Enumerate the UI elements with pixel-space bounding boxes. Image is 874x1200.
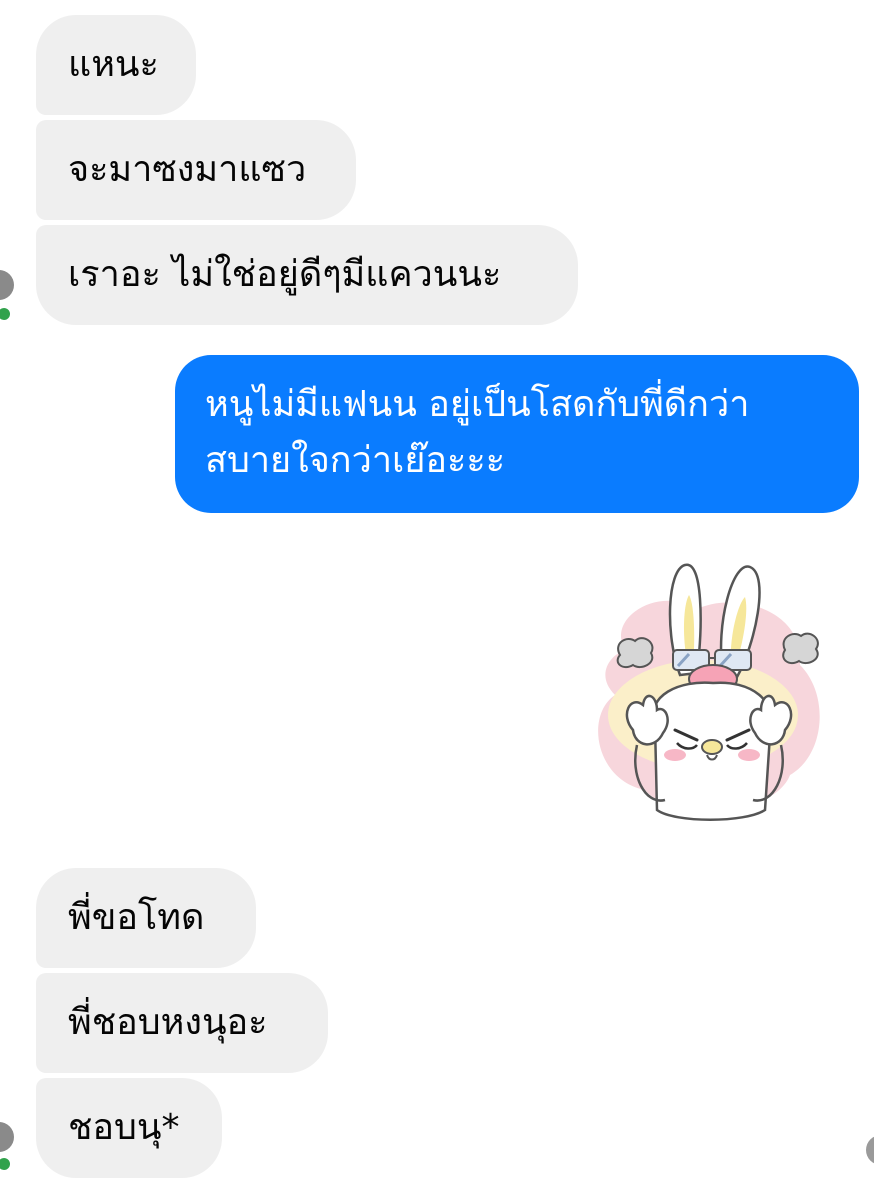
message-text: พี่ขอโทด xyxy=(68,897,205,938)
message-text-line-1: หนูไม่มีแฟนน อยู่เป็นโสดกับพี่ดีกว่า xyxy=(205,384,750,425)
incoming-message-bubble[interactable]: จะมาซงมาแซว xyxy=(36,120,356,220)
message-text: พี่ชอบหงนุอะ xyxy=(68,1002,268,1043)
incoming-message-bubble[interactable]: แหนะ xyxy=(36,15,196,115)
contact-avatar[interactable] xyxy=(0,1122,14,1152)
incoming-message-bubble[interactable]: พี่ขอโทด xyxy=(36,868,256,968)
contact-avatar[interactable] xyxy=(0,270,14,300)
outgoing-message-bubble[interactable]: หนูไม่มีแฟนน อยู่เป็นโสดกับพี่ดีกว่า สบา… xyxy=(175,355,859,513)
angry-bunny-sticker-icon[interactable] xyxy=(585,555,835,835)
message-text: จะมาซงมาแซว xyxy=(68,149,307,190)
message-text: ชอบนุ* xyxy=(68,1107,180,1148)
read-receipt-avatar xyxy=(866,1135,874,1165)
message-text: เราอะ ไม่ใช่อยู่ดีๆมีแควนนะ xyxy=(68,254,502,295)
incoming-message-bubble[interactable]: ชอบนุ* xyxy=(36,1078,222,1178)
online-status-icon xyxy=(0,1155,13,1173)
incoming-message-bubble[interactable]: เราอะ ไม่ใช่อยู่ดีๆมีแควนนะ xyxy=(36,225,578,325)
online-status-icon xyxy=(0,305,13,323)
incoming-message-bubble[interactable]: พี่ชอบหงนุอะ xyxy=(36,973,328,1073)
message-text: แหนะ xyxy=(68,44,159,85)
message-text-line-2: สบายใจกว่าเย๊อะะะ xyxy=(205,440,506,481)
